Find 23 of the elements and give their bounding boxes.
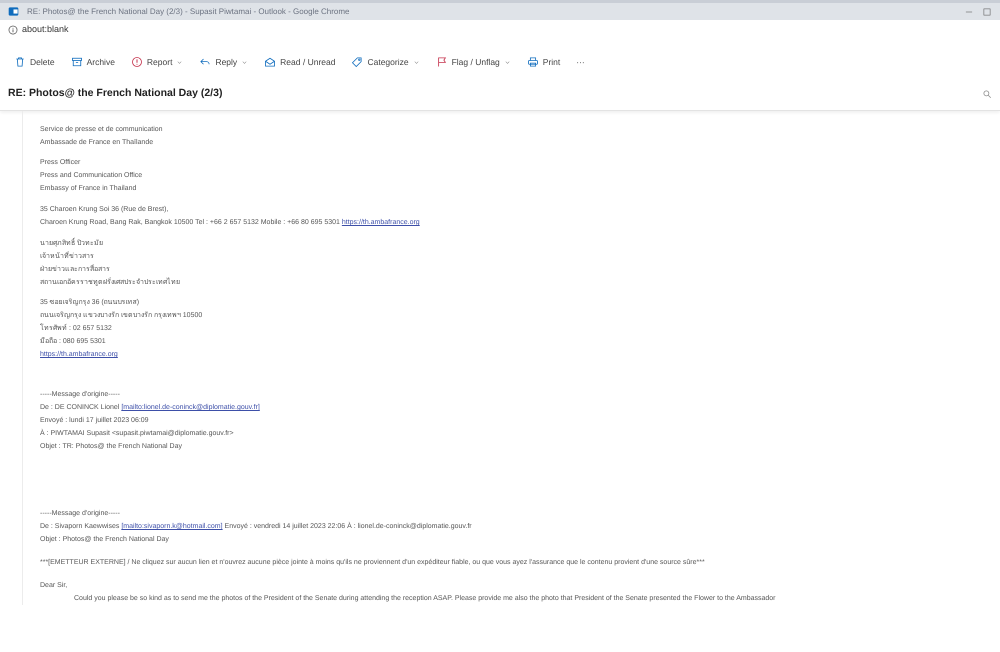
flag-icon — [436, 56, 448, 68]
address-field[interactable]: about:blank — [22, 23, 69, 37]
toolbar-button[interactable]: Report — [124, 54, 190, 70]
more-button[interactable]: ··· — [570, 54, 591, 70]
email-subject: RE: Photos@ the French National Day (2/3) — [8, 86, 222, 101]
maximize-icon — [982, 6, 992, 16]
toolbar-button[interactable]: Archive — [64, 54, 121, 70]
app-logo-icon — [8, 6, 19, 17]
toolbar-button[interactable]: Delete — [8, 54, 61, 70]
envelope-open-icon — [264, 56, 276, 68]
toolbar-button[interactable]: Categorize — [345, 54, 426, 70]
trash-icon — [14, 56, 26, 68]
zoom-icon — [982, 88, 992, 98]
toolbar-button[interactable]: Print — [520, 54, 566, 70]
toolbar-button[interactable]: Read / Unread — [258, 54, 342, 70]
warning-circle-icon — [130, 56, 143, 68]
archive-box-icon — [70, 56, 83, 68]
info-icon — [8, 25, 18, 35]
window-title: RE: Photos@ the French National Day (2/3) - Supasit Piwtamai - Outlook - Google Chrome — [27, 6, 350, 18]
tag-icon — [351, 56, 364, 68]
toolbar-button[interactable]: Reply — [193, 54, 254, 70]
toolbar-button[interactable]: Flag / Unflag — [430, 54, 517, 70]
printer-icon — [526, 56, 539, 68]
